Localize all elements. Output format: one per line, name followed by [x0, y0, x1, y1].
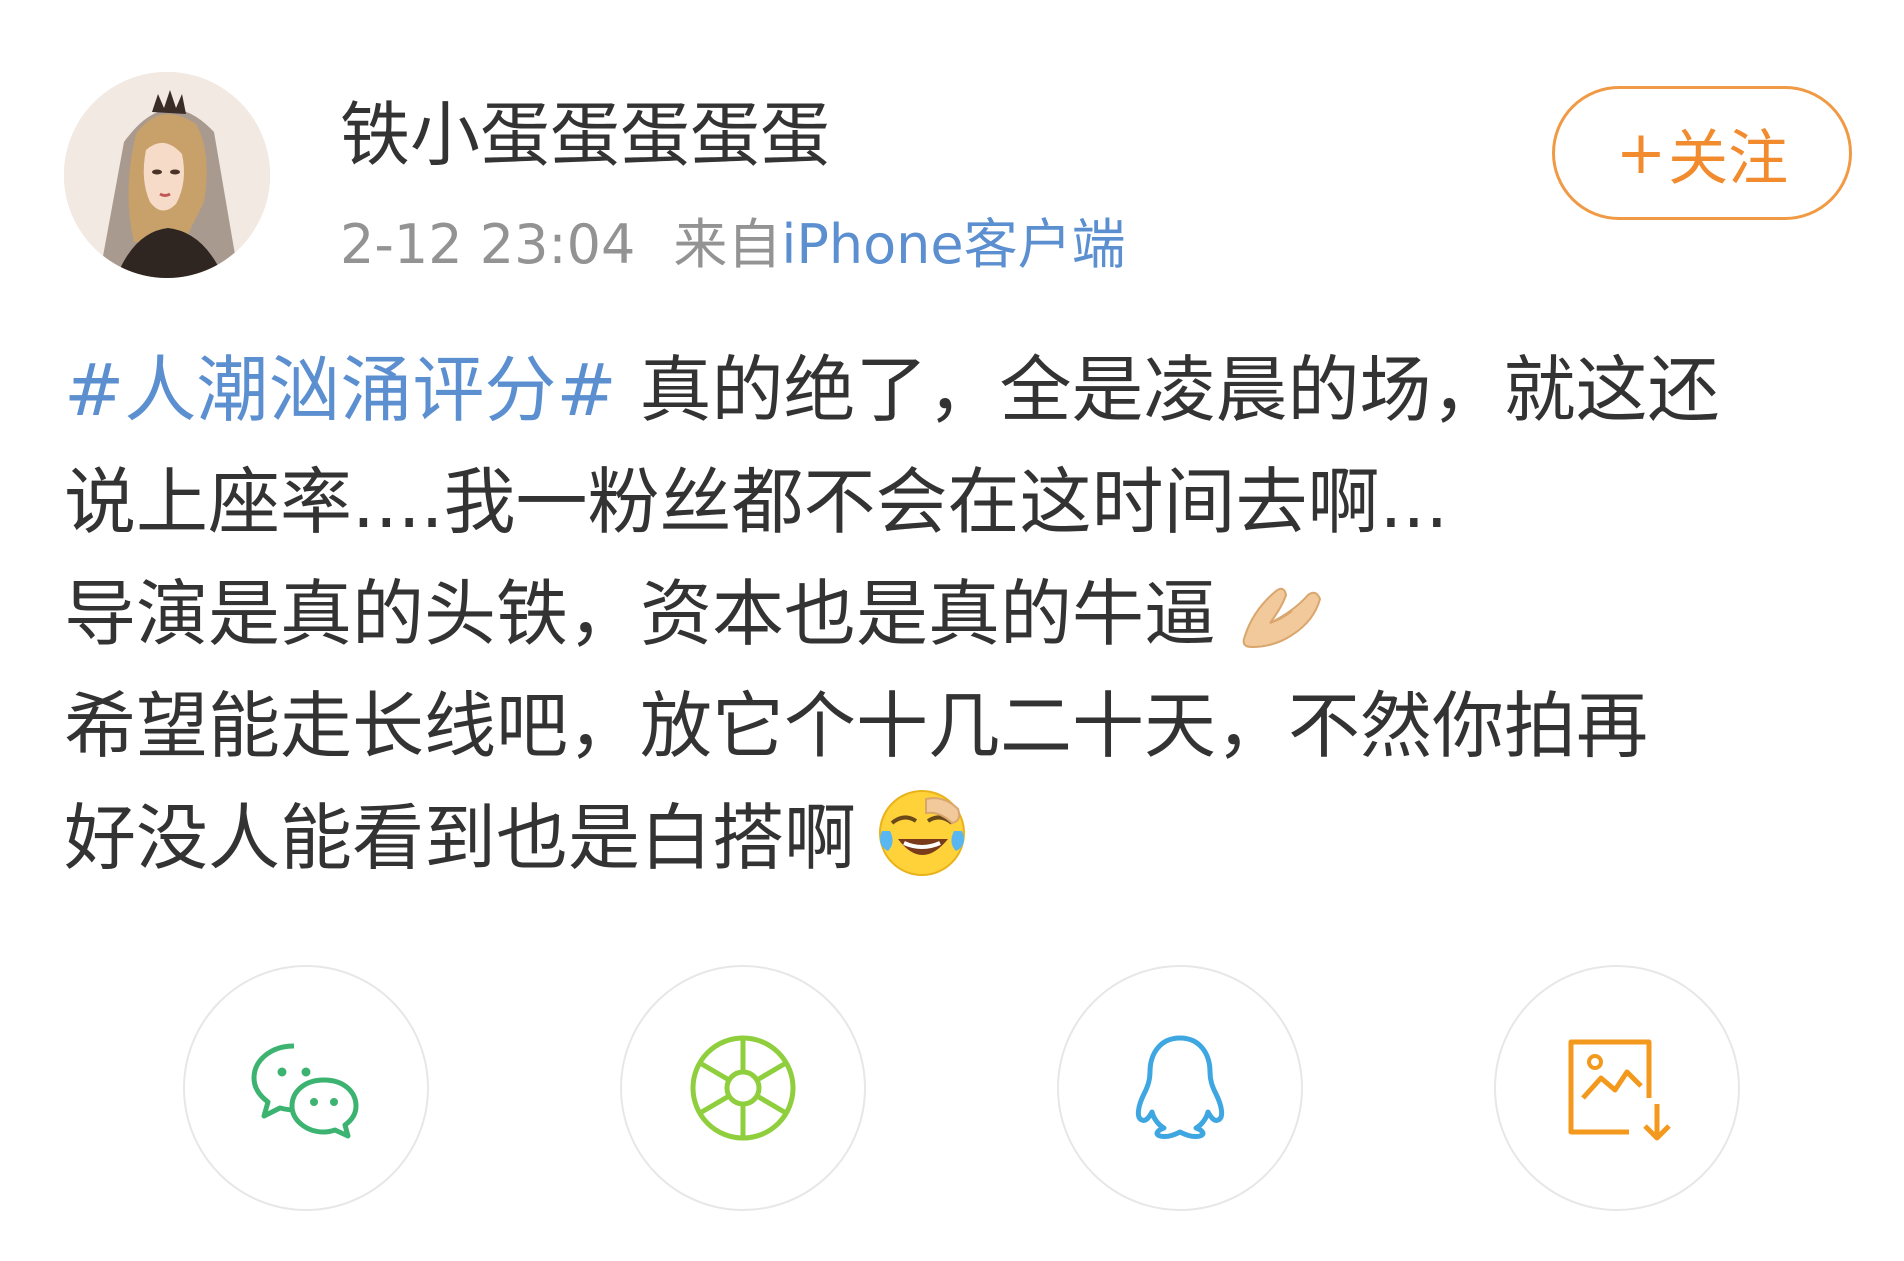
post-text: 希望能走长线吧，放它个十几二十天，不然你拍再	[64, 684, 1649, 768]
moments-icon	[690, 1035, 796, 1141]
post-text: 导演是真的头铁，资本也是真的牛逼	[64, 572, 1217, 656]
save-image-button[interactable]	[1494, 965, 1740, 1211]
post-line-2: 说上座率....我一粉丝都不会在这时间去啊...	[64, 446, 1854, 558]
post-text: 说上座率....我一粉丝都不会在这时间去啊...	[64, 460, 1449, 544]
share-qq-button[interactable]	[1057, 965, 1303, 1211]
avatar[interactable]	[64, 72, 270, 278]
post-text: 好没人能看到也是白搭啊	[64, 796, 857, 880]
post-time: 2-12 23:04	[340, 213, 636, 276]
save-image-icon	[1568, 1039, 1671, 1141]
share-wechat-button[interactable]	[183, 965, 429, 1211]
post-meta: 2-12 23:04 来自iPhone客户端	[340, 205, 1126, 285]
author-name[interactable]: 铁小蛋蛋蛋蛋蛋	[340, 92, 830, 178]
post-line-5: 好没人能看到也是白搭啊	[64, 782, 1854, 894]
post-content: #人潮汹涌评分# 真的绝了，全是凌晨的场，就这还 说上座率....我一粉丝都不会…	[64, 334, 1854, 894]
hashtag-link[interactable]: #人潮汹涌评分#	[64, 348, 617, 432]
post-line-3: 导演是真的头铁，资本也是真的牛逼	[64, 558, 1854, 670]
post-line-1: #人潮汹涌评分# 真的绝了，全是凌晨的场，就这还	[64, 334, 1854, 446]
pray-hands-emoji-icon	[1234, 561, 1330, 657]
avatar-illustration	[64, 72, 270, 278]
follow-label: 关注	[1668, 123, 1789, 194]
qq-icon	[1135, 1035, 1225, 1139]
wechat-icon	[251, 1043, 359, 1139]
source-link[interactable]: iPhone客户端	[781, 213, 1125, 276]
laugh-cry-emoji-icon	[874, 785, 970, 881]
source-prefix: 来自	[673, 213, 782, 276]
share-moments-button[interactable]	[620, 965, 866, 1211]
follow-button[interactable]: + 关注	[1552, 86, 1852, 220]
post-text: 真的绝了，全是凌晨的场，就这还	[616, 348, 1720, 432]
post-line-4: 希望能走长线吧，放它个十几二十天，不然你拍再	[64, 670, 1854, 782]
plus-icon: +	[1615, 118, 1667, 188]
share-bar	[0, 965, 1904, 1215]
